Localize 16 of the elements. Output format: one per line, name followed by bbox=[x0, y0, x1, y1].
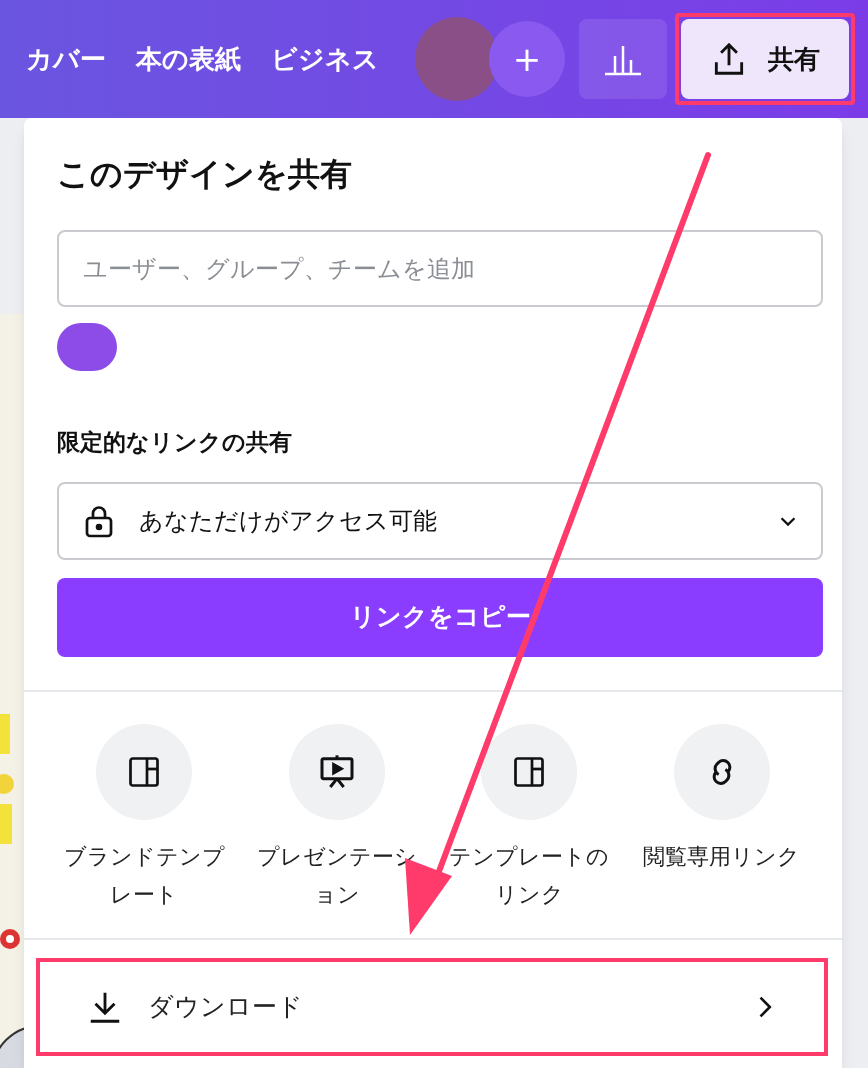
add-button[interactable]: + bbox=[489, 21, 565, 97]
share-option[interactable]: テンプレートのリンク bbox=[433, 723, 626, 914]
panel-title: このデザインを共有 bbox=[57, 154, 353, 195]
copy-link-button[interactable]: リンクをコピー bbox=[57, 577, 823, 657]
share-option[interactable]: ブランドテンプレート bbox=[48, 723, 241, 914]
share-option[interactable]: 閲覧専用リンク bbox=[625, 723, 818, 914]
nav-link[interactable]: カバー bbox=[26, 39, 106, 79]
chart-button[interactable] bbox=[579, 19, 667, 99]
nav-link[interactable]: ビジネス bbox=[271, 39, 379, 79]
avatar bbox=[57, 323, 117, 371]
nav-link[interactable]: 本の表紙 bbox=[136, 39, 241, 79]
download-row[interactable]: ダウンロード bbox=[40, 961, 824, 1052]
invite-field[interactable]: ユーザー、グループ、チームを追加 bbox=[57, 230, 823, 307]
section-title: 限定的なリンクの共有 bbox=[57, 428, 293, 457]
share-button[interactable]: 共有 bbox=[681, 19, 849, 99]
access-dropdown[interactable]: あなただけがアクセス可能 bbox=[57, 481, 823, 560]
